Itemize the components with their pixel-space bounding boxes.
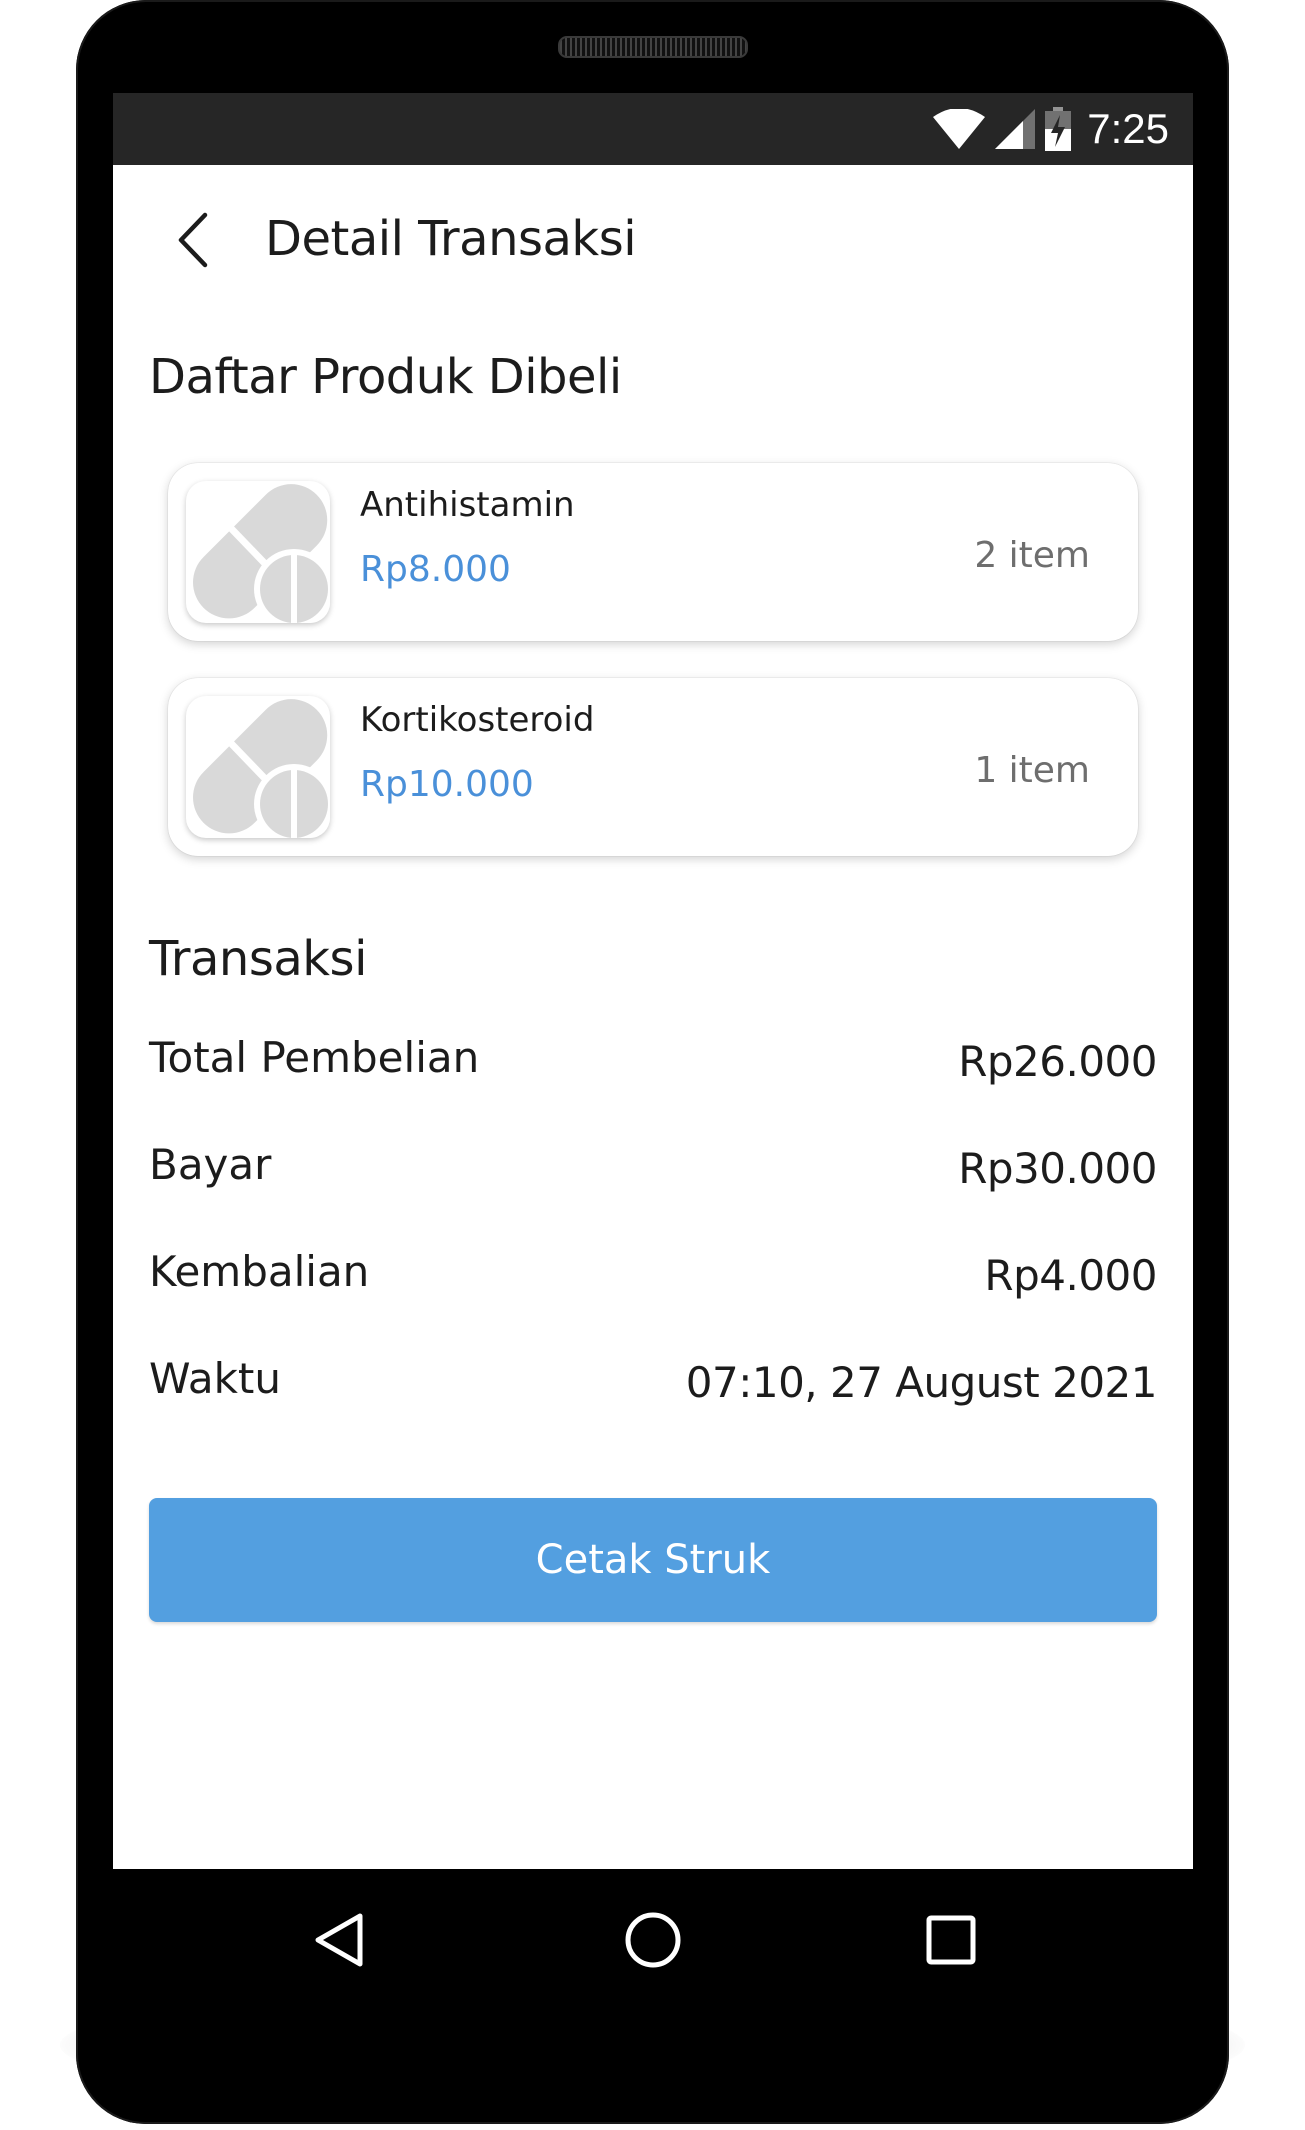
product-thumbnail xyxy=(186,696,330,838)
print-receipt-button[interactable]: Cetak Struk xyxy=(149,1498,1157,1622)
product-card[interactable]: Kortikosteroid Rp10.000 1 item xyxy=(168,678,1138,856)
signal-icon xyxy=(995,109,1036,149)
product-name: Antihistamin xyxy=(360,485,575,525)
product-price: Rp8.000 xyxy=(360,549,511,590)
transaction-section-title: Transaksi xyxy=(149,931,367,987)
product-price: Rp10.000 xyxy=(360,764,534,805)
back-button[interactable] xyxy=(153,200,233,280)
status-icons: 7:25 xyxy=(933,103,1169,155)
system-nav-bar xyxy=(113,1869,1193,2015)
back-arrow-icon xyxy=(178,212,208,268)
products-section-title: Daftar Produk Dibeli xyxy=(149,349,622,405)
change-label: Kembalian xyxy=(149,1247,370,1296)
app-bar: Detail Transaksi xyxy=(113,165,1193,315)
total-label: Total Pembelian xyxy=(149,1033,480,1082)
page-title: Detail Transaksi xyxy=(265,211,637,267)
status-time: 7:25 xyxy=(1087,105,1169,152)
wifi-icon xyxy=(933,109,986,149)
total-value: Rp26.000 xyxy=(958,1037,1157,1086)
pill-icon xyxy=(193,699,330,838)
time-label: Waktu xyxy=(149,1354,281,1403)
paid-value: Rp30.000 xyxy=(958,1144,1157,1193)
product-card[interactable]: Antihistamin Rp8.000 2 item xyxy=(168,463,1138,641)
product-name: Kortikosteroid xyxy=(360,700,595,740)
time-value: 07:10, 27 August 2021 xyxy=(685,1358,1158,1407)
battery-charging-icon xyxy=(1045,107,1072,151)
paid-label: Bayar xyxy=(149,1140,272,1189)
earpiece-speaker xyxy=(558,36,748,58)
status-bar: 7:25 xyxy=(113,93,1193,165)
app-screen: 7:25 Detail Transaksi Daftar Produk Dibe… xyxy=(113,93,1193,1869)
product-quantity: 1 item xyxy=(974,750,1090,791)
product-thumbnail xyxy=(186,481,330,623)
nav-recent-button[interactable] xyxy=(906,1895,996,1985)
nav-recent-icon xyxy=(926,1915,976,1965)
nav-home-icon xyxy=(625,1912,681,1968)
nav-home-button[interactable] xyxy=(608,1895,698,1985)
nav-back-button[interactable] xyxy=(295,1895,385,1985)
product-quantity: 2 item xyxy=(974,535,1090,576)
nav-back-icon xyxy=(315,1913,363,1967)
change-value: Rp4.000 xyxy=(984,1251,1157,1300)
pill-icon xyxy=(193,484,330,623)
